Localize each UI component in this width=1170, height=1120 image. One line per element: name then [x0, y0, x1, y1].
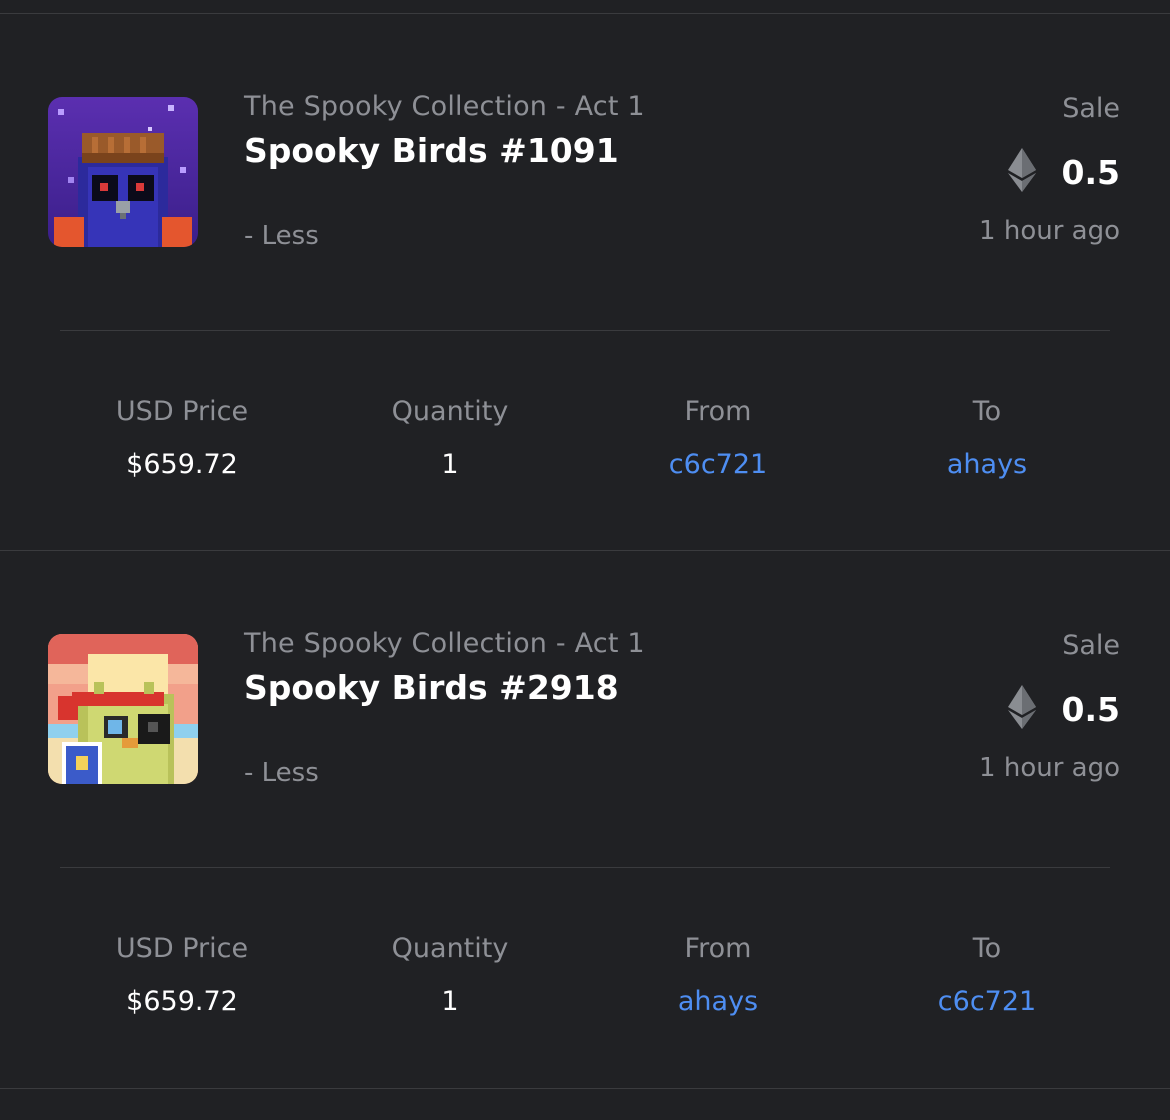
quantity-value: 1: [441, 986, 459, 1017]
nft-thumbnail[interactable]: [48, 634, 198, 784]
to-column: To c6c721: [853, 933, 1121, 1017]
item-name[interactable]: Spooky Birds #1091: [244, 131, 619, 170]
quantity-label: Quantity: [391, 396, 509, 427]
price-value: 0.5: [1061, 689, 1120, 729]
usd-price-value: $659.72: [126, 986, 238, 1017]
ethereum-icon: [1007, 685, 1036, 733]
usd-price-value: $659.72: [126, 449, 238, 480]
usd-price-column: USD Price $659.72: [48, 396, 316, 480]
quantity-label: Quantity: [391, 933, 509, 964]
price-row: 0.5: [1007, 685, 1120, 733]
to-column: To ahays: [853, 396, 1121, 480]
less-toggle[interactable]: - Less: [244, 221, 319, 251]
time-ago[interactable]: 1 hour ago: [979, 216, 1120, 246]
quantity-value: 1: [441, 449, 459, 480]
to-address-link[interactable]: c6c721: [853, 986, 1121, 1017]
nft-thumbnail[interactable]: [48, 97, 198, 247]
usd-price-label: USD Price: [115, 933, 249, 964]
activity-card: The Spooky Collection - Act 1 Spooky Bir…: [0, 13, 1170, 550]
activity-card: The Spooky Collection - Act 1 Spooky Bir…: [0, 550, 1170, 1087]
details-divider: [60, 867, 1110, 868]
event-type: Sale: [1062, 630, 1120, 661]
usd-price-column: USD Price $659.72: [48, 933, 316, 1017]
from-column: From c6c721: [584, 396, 852, 480]
price-value: 0.5: [1061, 152, 1120, 192]
collection-name[interactable]: The Spooky Collection - Act 1: [244, 628, 645, 659]
to-label: To: [972, 933, 1002, 964]
details-divider: [60, 330, 1110, 331]
usd-price-label: USD Price: [115, 396, 249, 427]
quantity-column: Quantity 1: [316, 396, 584, 480]
event-type: Sale: [1062, 93, 1120, 124]
from-address-link[interactable]: ahays: [584, 986, 852, 1017]
to-label: To: [972, 396, 1002, 427]
bottom-divider: [0, 1088, 1170, 1089]
less-toggle[interactable]: - Less: [244, 758, 319, 788]
ethereum-icon: [1007, 148, 1036, 196]
from-label: From: [684, 396, 752, 427]
to-address-link[interactable]: ahays: [853, 449, 1121, 480]
price-row: 0.5: [1007, 148, 1120, 196]
from-label: From: [684, 933, 752, 964]
from-address-link[interactable]: c6c721: [584, 449, 852, 480]
time-ago[interactable]: 1 hour ago: [979, 753, 1120, 783]
activity-feed: The Spooky Collection - Act 1 Spooky Bir…: [0, 0, 1170, 1120]
item-name[interactable]: Spooky Birds #2918: [244, 668, 619, 707]
from-column: From ahays: [584, 933, 852, 1017]
quantity-column: Quantity 1: [316, 933, 584, 1017]
collection-name[interactable]: The Spooky Collection - Act 1: [244, 91, 645, 122]
